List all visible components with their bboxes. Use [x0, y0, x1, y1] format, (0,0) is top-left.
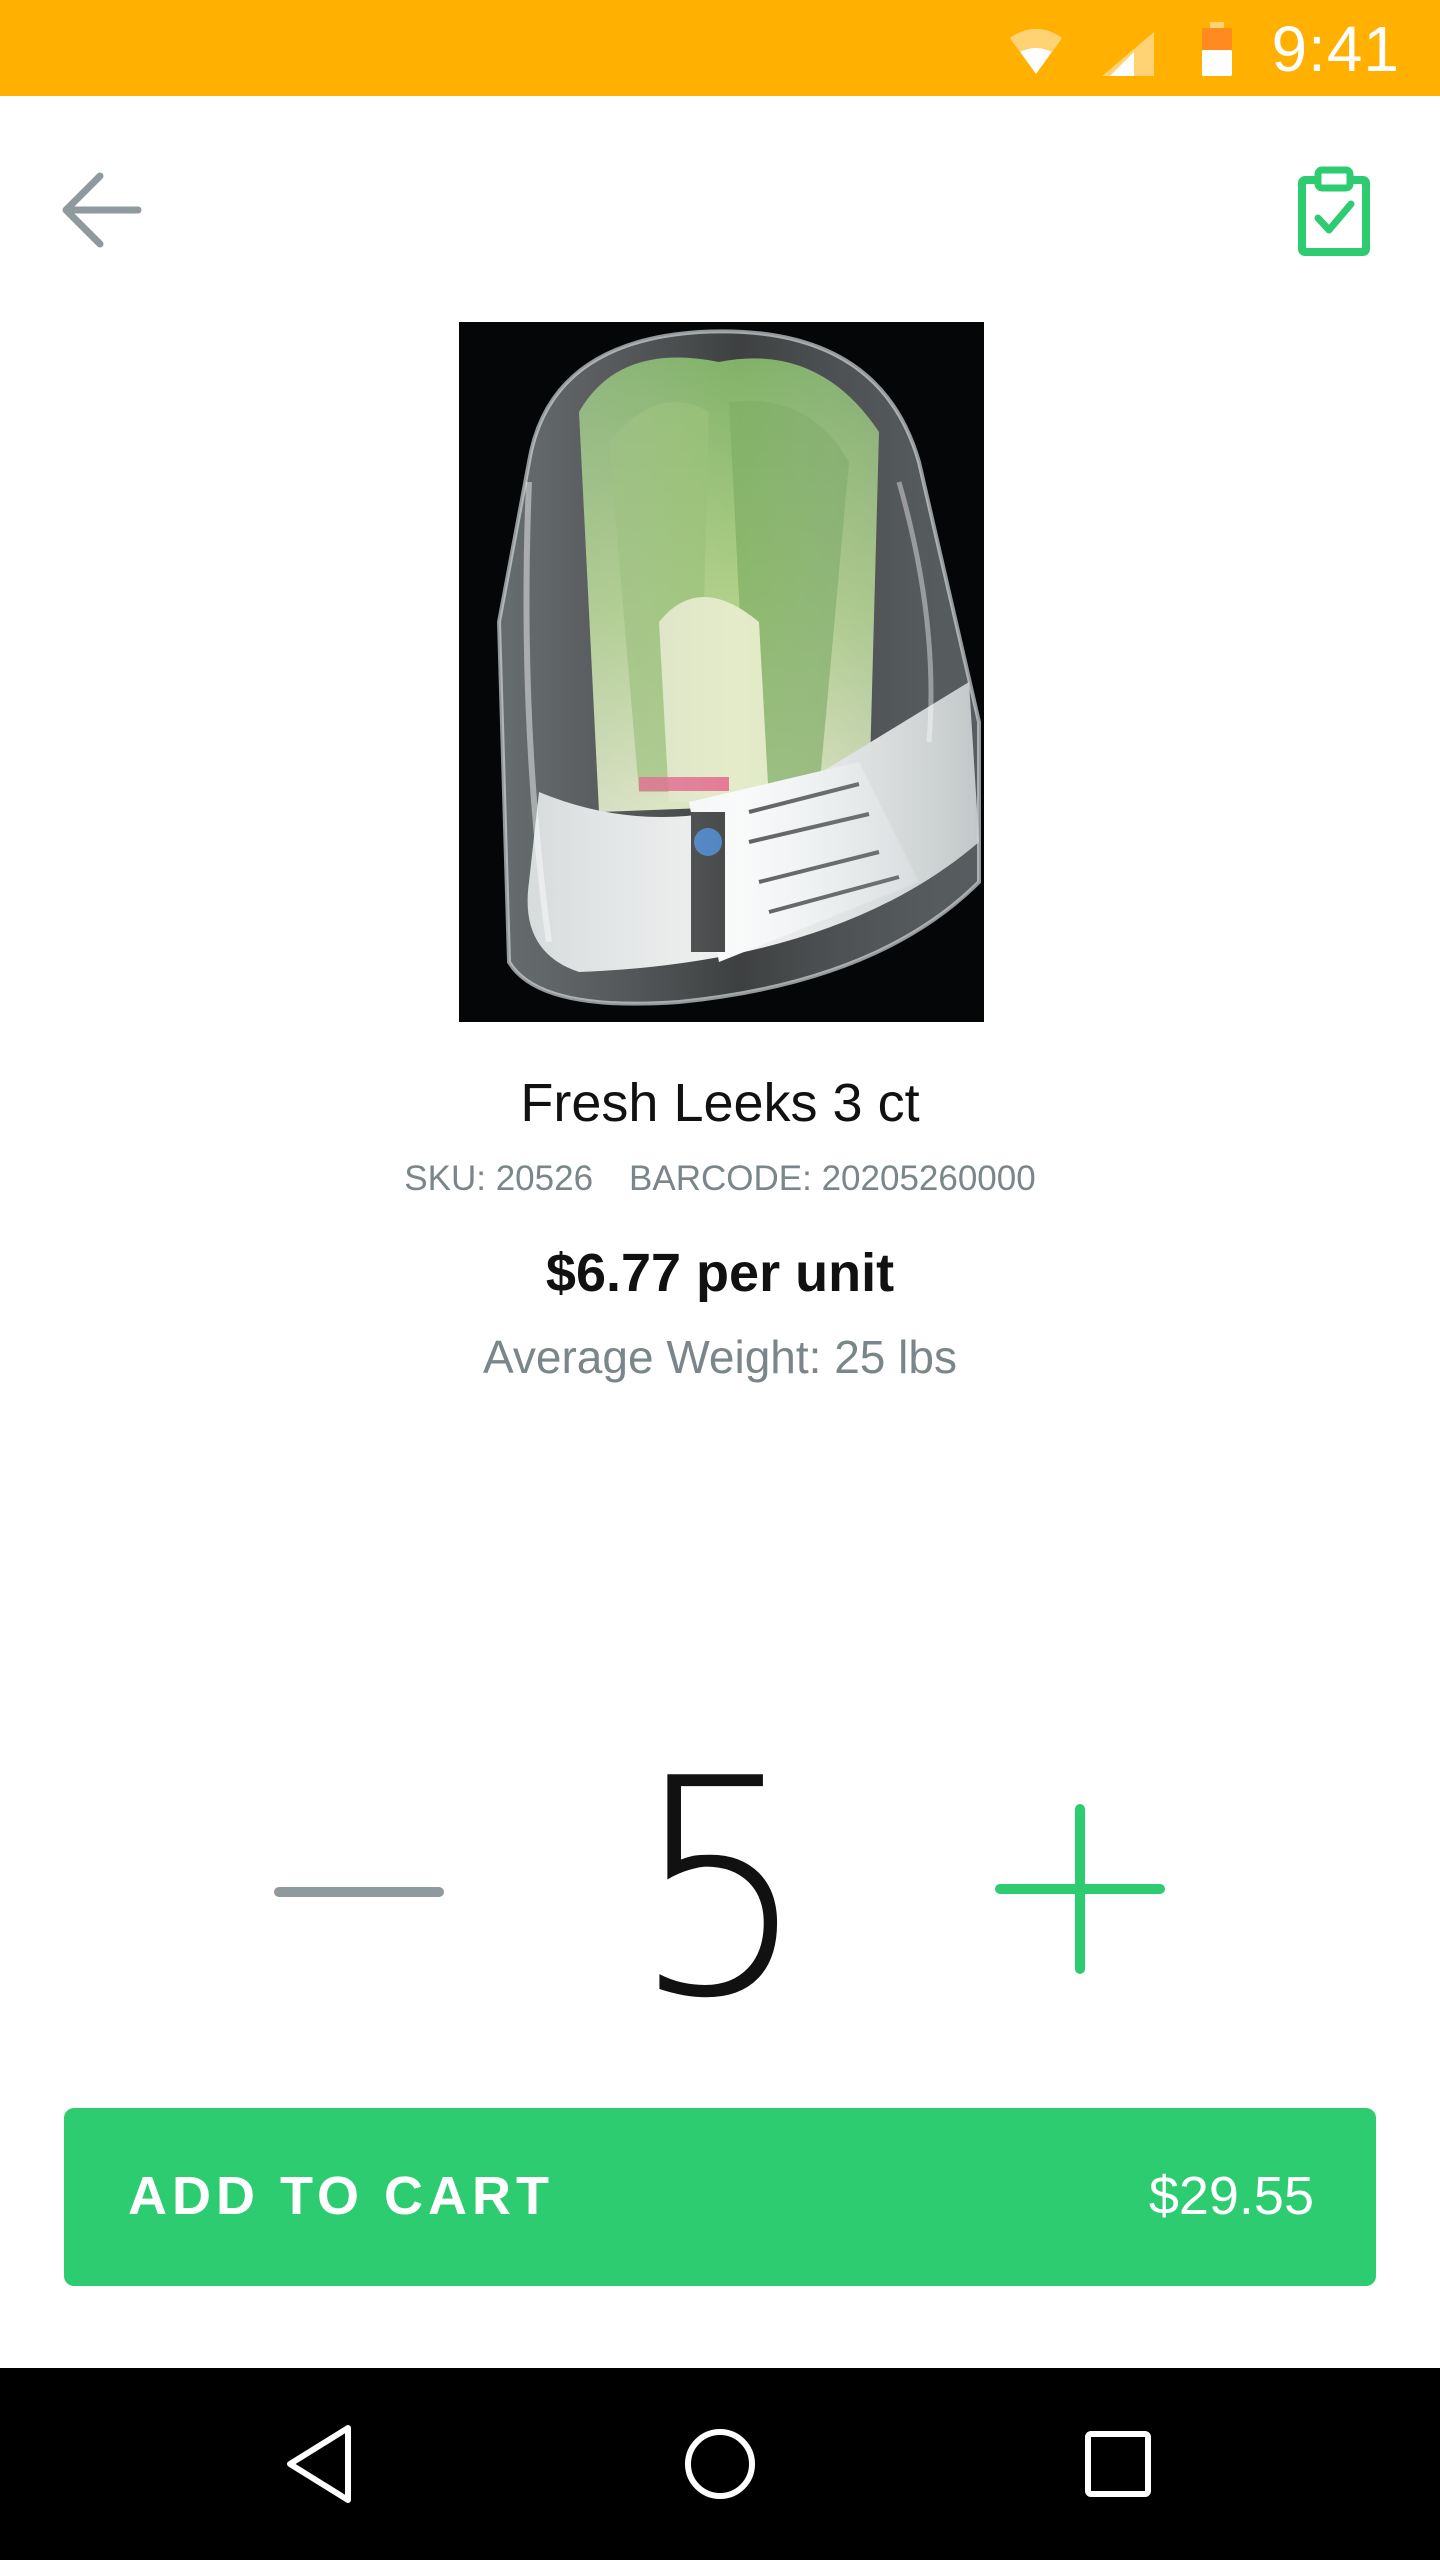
order-list-button[interactable]	[1296, 164, 1376, 256]
product-codes: SKU: 20526 BARCODE: 20205260000	[0, 1156, 1440, 1202]
nav-home-icon[interactable]	[678, 2414, 762, 2514]
quantity-value: 5	[632, 1715, 808, 2064]
arrow-left-icon	[62, 172, 142, 248]
product-name: Fresh Leeks 3 ct	[520, 1073, 920, 1133]
clipboard-check-icon	[1298, 166, 1370, 256]
product-price: $6.77 per unit	[545, 1243, 895, 1303]
add-to-cart-button[interactable]: ADD TO CART $29.55	[64, 2108, 1376, 2286]
nav-recents-icon[interactable]	[1076, 2414, 1160, 2514]
product-image	[459, 322, 984, 1022]
product-sku: SKU: 20526	[404, 1159, 594, 1198]
product-average-weight: Average Weight: 25 lbs	[483, 1331, 957, 1383]
back-button[interactable]	[56, 164, 148, 256]
status-time: 9:41	[1271, 13, 1400, 85]
status-bar: 9:41	[0, 0, 1440, 96]
decrease-quantity-button[interactable]	[262, 1852, 452, 1932]
system-nav-bar	[0, 2368, 1440, 2560]
cart-total: $29.55	[1148, 2166, 1314, 2226]
leeks-image	[459, 322, 984, 1022]
minus-icon	[274, 1887, 444, 1897]
add-to-cart-label: ADD TO CART	[128, 2166, 554, 2226]
nav-back-icon[interactable]	[276, 2414, 360, 2514]
product-detail-screen: 9:41 Fresh Leeks 3 ct SKU: 20526 BARCODE…	[0, 0, 1440, 2560]
increase-quantity-button[interactable]	[985, 1800, 1175, 1980]
wifi-icon	[1010, 29, 1062, 74]
product-barcode: BARCODE: 20205260000	[629, 1159, 1036, 1198]
battery-icon	[1202, 22, 1232, 76]
cell-signal-icon	[1102, 32, 1154, 76]
